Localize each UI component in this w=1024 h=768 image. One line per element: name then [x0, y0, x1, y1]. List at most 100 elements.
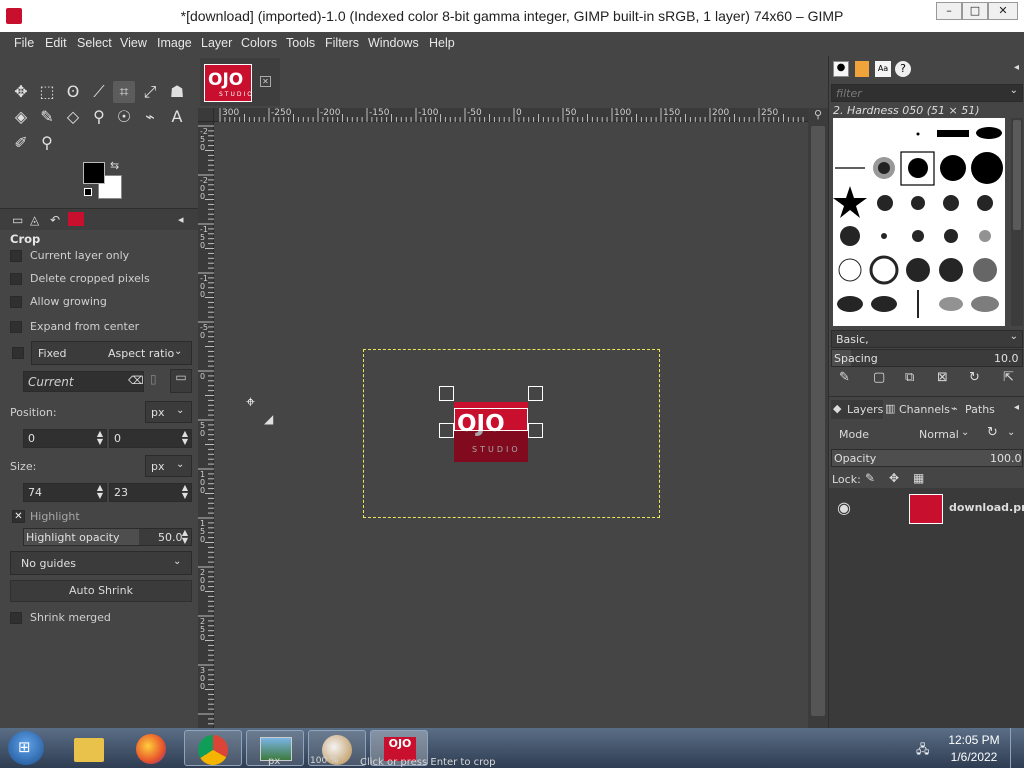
status-unit[interactable]: px — [268, 756, 280, 767]
brush-grid-scrollbar[interactable] — [1011, 118, 1023, 326]
rect-select-tool-icon[interactable]: ⬚ — [36, 81, 58, 103]
status-zoom[interactable]: 100 % — [310, 756, 339, 766]
channels-tab[interactable]: ▥ Channels — [885, 400, 950, 419]
allow-growing-option[interactable]: Allow growing — [10, 294, 190, 312]
navigate-icon[interactable]: ⚲ — [810, 108, 826, 122]
smudge-tool-icon[interactable]: ☉ — [113, 106, 135, 128]
new-brush-icon[interactable]: ▢ — [873, 370, 885, 385]
images-tab-icon[interactable] — [68, 212, 84, 226]
horizontal-ruler[interactable]: 300-250-200-150-100-50050100150200250300 — [214, 108, 827, 122]
crop-handle-top-right[interactable] — [528, 386, 543, 401]
device-status-tab-icon[interactable]: ◬ — [30, 213, 39, 227]
reset-colors-icon[interactable] — [84, 188, 92, 196]
spin-arrows-icon[interactable]: ▲ ▼ — [182, 529, 188, 545]
shrink-merged-checkbox[interactable] — [10, 612, 22, 624]
menu-view[interactable]: View — [120, 36, 147, 50]
spin-arrows-icon[interactable]: ▲ ▼ — [182, 430, 188, 446]
layer-opacity-slider[interactable]: Opacity 100.0 — [831, 449, 1023, 467]
bucket-fill-tool-icon[interactable]: ◈ — [10, 106, 32, 128]
menu-file[interactable]: File — [14, 36, 34, 50]
portrait-icon[interactable]: ▯ — [150, 372, 166, 392]
allow-growing-checkbox[interactable] — [10, 296, 22, 308]
help-tab-icon[interactable]: ? — [895, 61, 911, 77]
show-desktop-button[interactable] — [1010, 728, 1024, 768]
size-height-input[interactable]: 23 ▲ ▼ — [109, 483, 192, 502]
menu-edit[interactable]: Edit — [45, 36, 67, 50]
crop-handle-bottom-right[interactable] — [528, 423, 543, 438]
move-tool-icon[interactable]: ✥ — [10, 81, 32, 103]
delete-cropped-option[interactable]: Delete cropped pixels — [10, 271, 190, 289]
landscape-icon[interactable]: ▭ — [170, 369, 192, 393]
brush-grid-scroll-thumb[interactable] — [1013, 120, 1021, 230]
network-icon[interactable]: 🖧 — [916, 740, 929, 761]
menu-image[interactable]: Image — [157, 36, 192, 50]
fixed-checkbox[interactable] — [12, 347, 24, 359]
eraser-tool-icon[interactable]: ◇ — [62, 106, 84, 128]
crop-handle-top-left[interactable] — [439, 386, 454, 401]
clock-time[interactable]: 12:05 PM — [946, 733, 1002, 747]
patterns-tab-icon[interactable] — [855, 61, 869, 77]
configure-tab-icon[interactable]: ◂ — [178, 213, 184, 226]
lock-pixels-icon[interactable]: ✎ — [865, 471, 875, 485]
path-tool-icon[interactable]: ⌁ — [139, 106, 161, 128]
taskbar-firefox[interactable] — [122, 730, 180, 766]
spin-arrows-icon[interactable]: ▲ ▼ — [97, 430, 103, 446]
clone-tool-icon[interactable]: ⚲ — [88, 106, 110, 128]
mode-value[interactable]: Normal — [919, 428, 959, 441]
guides-dropdown[interactable]: No guides ⌄ — [10, 551, 192, 575]
lock-position-icon[interactable]: ✥ — [889, 471, 899, 485]
close-tab-icon[interactable]: ✕ — [260, 76, 271, 87]
tool-options-tab-icon[interactable]: ▭ — [12, 213, 23, 227]
current-layer-only-option[interactable]: Current layer only — [10, 248, 190, 266]
brushes-tab-icon[interactable]: ● — [833, 61, 849, 77]
maximize-button[interactable]: □ — [962, 2, 988, 20]
highlight-checkbox[interactable]: ✕ — [12, 510, 25, 523]
highlight-opacity-slider[interactable]: Highlight opacity 50.0 ▲ ▼ — [23, 528, 192, 546]
clock-date[interactable]: 1/6/2022 — [946, 750, 1002, 764]
lock-alpha-icon[interactable]: ▦ — [913, 471, 924, 485]
paths-tab[interactable]: ⌁ Paths — [951, 400, 1003, 419]
delete-brush-icon[interactable]: ⊠ — [937, 370, 948, 385]
layers-tab[interactable]: ◆ Layers — [831, 400, 883, 419]
transform-tool-icon[interactable]: ⤢ — [139, 81, 161, 103]
brush-grid[interactable] — [833, 118, 1005, 326]
color-picker-tool-icon[interactable]: ✐ — [10, 132, 32, 154]
brush-to-tool-icon[interactable]: ⇱ — [1003, 370, 1014, 385]
crop-tool-icon[interactable]: ⌗ — [113, 81, 135, 103]
position-y-input[interactable]: 0 ▲ ▼ — [109, 429, 192, 448]
taskbar-explorer[interactable] — [60, 730, 118, 766]
paintbrush-tool-icon[interactable]: ✎ — [36, 106, 58, 128]
image-canvas[interactable]: OJO STUDIO ⌖ ◢ — [214, 122, 808, 728]
crop-handle-bottom-left[interactable] — [439, 423, 454, 438]
configure-dock-icon[interactable]: ◂ — [1014, 402, 1019, 413]
expand-from-center-option[interactable]: Expand from center — [10, 319, 190, 337]
crop-rectangle[interactable] — [454, 408, 528, 431]
auto-shrink-button[interactable]: Auto Shrink — [10, 580, 192, 602]
position-unit-dropdown[interactable]: px ⌄ — [145, 401, 192, 423]
expand-from-center-checkbox[interactable] — [10, 321, 22, 333]
current-layer-only-checkbox[interactable] — [10, 250, 22, 262]
shrink-merged-option[interactable]: Shrink merged — [10, 610, 190, 628]
foreground-color-swatch[interactable] — [83, 162, 105, 184]
fixed-dropdown[interactable]: Fixed Aspect ratio ⌄ — [31, 341, 192, 365]
start-button[interactable]: ⊞ — [8, 731, 44, 765]
undo-history-tab-icon[interactable]: ↶ — [50, 213, 60, 227]
duplicate-brush-icon[interactable]: ⧉ — [905, 370, 914, 385]
current-aspect-entry[interactable]: Current ⌫ — [23, 371, 144, 392]
switch-mode-icon[interactable]: ↻ — [987, 425, 998, 440]
spin-arrows-icon[interactable]: ▲ ▼ — [182, 484, 188, 500]
size-width-input[interactable]: 74 ▲ ▼ — [23, 483, 107, 502]
menu-colors[interactable]: Colors — [241, 36, 277, 50]
brush-filter-input[interactable]: filter ⌄ — [831, 84, 1023, 102]
position-x-input[interactable]: 0 ▲ ▼ — [23, 429, 107, 448]
configure-dock-icon[interactable]: ◂ — [1014, 62, 1019, 73]
layer-row[interactable]: ◉ download.png — [829, 488, 1024, 528]
vertical-ruler[interactable]: -250 -200 -150 -100 -50 0 50 100 150 200 250 300 — [198, 122, 214, 728]
swap-colors-icon[interactable]: ⇆ — [110, 159, 119, 172]
text-tool-icon[interactable]: A — [166, 106, 188, 128]
warp-tool-icon[interactable]: ☗ — [166, 81, 188, 103]
fonts-tab-icon[interactable]: Aa — [875, 61, 891, 77]
free-select-tool-icon[interactable]: ʘ — [62, 81, 84, 103]
brush-preset-dropdown[interactable]: Basic, ⌄ — [831, 330, 1023, 348]
menu-layer[interactable]: Layer — [201, 36, 232, 50]
